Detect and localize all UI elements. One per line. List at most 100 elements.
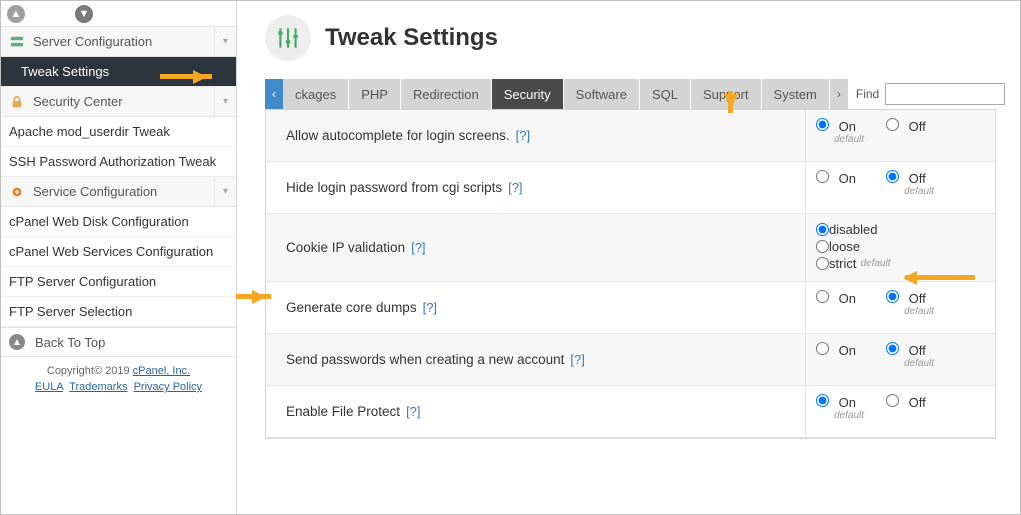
sidebar-item-label: cPanel Web Services Configuration	[9, 244, 213, 259]
tab-ckages[interactable]: ckages	[283, 79, 349, 109]
default-indicator: default	[860, 258, 890, 269]
sidebar-section-label: Service Configuration	[33, 184, 157, 199]
setting-options: On Offdefault	[805, 162, 995, 213]
help-link[interactable]: [?]	[508, 180, 522, 195]
setting-row: Cookie IP validation [?] disabled loose …	[266, 214, 995, 282]
setting-options: On Offdefault	[805, 386, 995, 437]
setting-row: Allow autocomplete for login screens. [?…	[266, 110, 995, 162]
gear-icon	[9, 184, 25, 200]
setting-label: Hide login password from cgi scripts [?]	[266, 162, 805, 213]
setting-label: Send passwords when creating a new accou…	[266, 334, 805, 385]
annotation-arrow-tweak	[160, 74, 212, 79]
option-disabled[interactable]	[816, 223, 829, 236]
option-on[interactable]	[816, 394, 829, 407]
copyright-text: Copyright© 2019	[47, 365, 133, 377]
sidebar-section[interactable]: Service Configuration ▾	[1, 177, 236, 207]
option-off[interactable]	[886, 342, 899, 355]
option-strict[interactable]	[816, 257, 829, 270]
collapse-up-icon[interactable]: ▲	[7, 5, 25, 23]
tab-security[interactable]: Security	[492, 79, 564, 109]
footer-link-privacy[interactable]: Privacy Policy	[134, 381, 202, 393]
back-to-top-label: Back To Top	[35, 335, 105, 350]
footer-link-eula[interactable]: EULA	[35, 381, 63, 393]
option-on[interactable]	[816, 290, 829, 303]
tab-bar: ‹ ckagesPHPRedirectionSecuritySoftwareSQ…	[265, 79, 1020, 109]
setting-label: Generate core dumps [?]	[266, 282, 805, 333]
server-icon	[9, 34, 25, 50]
option-off[interactable]	[886, 290, 899, 303]
default-indicator: default	[904, 306, 985, 317]
sidebar-item[interactable]: FTP Server Configuration	[1, 267, 236, 297]
help-link[interactable]: [?]	[570, 352, 584, 367]
chevron-down-icon: ▾	[214, 177, 236, 206]
sidebar-section[interactable]: Server Configuration▾	[1, 27, 236, 57]
chevron-down-icon: ▾	[214, 87, 236, 116]
tab-sql[interactable]: SQL	[640, 79, 691, 109]
annotation-arrow-down	[728, 91, 733, 113]
sidebar-section[interactable]: Security Center ▾	[1, 87, 236, 117]
help-link[interactable]: [?]	[406, 404, 420, 419]
sidebar-item[interactable]: cPanel Web Disk Configuration	[1, 207, 236, 237]
sidebar-item-label: FTP Server Configuration	[9, 274, 156, 289]
tab-php[interactable]: PHP	[349, 79, 401, 109]
option-off[interactable]	[886, 394, 899, 407]
tab-system[interactable]: System	[762, 79, 830, 109]
default-indicator: default	[904, 358, 985, 369]
tweak-icon	[265, 15, 311, 61]
sidebar-item[interactable]: cPanel Web Services Configuration	[1, 237, 236, 267]
setting-label: Allow autocomplete for login screens. [?…	[266, 110, 805, 161]
annotation-arrow-cookie	[236, 294, 271, 299]
default-indicator: default	[904, 186, 985, 197]
annotation-arrow-disabled	[905, 275, 975, 280]
sidebar-item-label: cPanel Web Disk Configuration	[9, 214, 189, 229]
sidebar-top-controls: ▲ ▼	[1, 1, 236, 27]
find-input[interactable]	[885, 83, 1005, 105]
main-content: Tweak Settings ‹ ckagesPHPRedirectionSec…	[237, 1, 1020, 514]
page-header: Tweak Settings	[237, 1, 1020, 79]
sidebar-item-label: FTP Server Selection	[9, 304, 132, 319]
help-link[interactable]: [?]	[423, 300, 437, 315]
option-loose[interactable]	[816, 240, 829, 253]
help-link[interactable]: [?]	[516, 128, 530, 143]
setting-row: Enable File Protect [?] On Offdefault	[266, 386, 995, 438]
setting-label: Enable File Protect [?]	[266, 386, 805, 437]
option-on[interactable]	[816, 118, 829, 131]
footer-link-trademarks[interactable]: Trademarks	[69, 381, 127, 393]
setting-row: Hide login password from cgi scripts [?]…	[266, 162, 995, 214]
tabs-scroll-left[interactable]: ‹	[265, 79, 283, 109]
settings-panel: Allow autocomplete for login screens. [?…	[265, 109, 996, 439]
option-on[interactable]	[816, 170, 829, 183]
option-off[interactable]	[886, 118, 899, 131]
setting-options: disabled loose strict default	[805, 214, 995, 281]
sidebar-footer: Copyright© 2019 cPanel, Inc. EULA Tradem…	[1, 357, 236, 401]
tabs-scroll-right[interactable]: ›	[830, 79, 848, 109]
sidebar-item-label: Apache mod_userdir Tweak	[9, 124, 170, 139]
default-indicator: default	[834, 410, 985, 421]
option-on[interactable]	[816, 342, 829, 355]
sidebar-item-label: SSH Password Authorization Tweak	[9, 154, 216, 169]
option-off[interactable]	[886, 170, 899, 183]
help-link[interactable]: [?]	[411, 240, 425, 255]
setting-row: Generate core dumps [?] On Offdefault	[266, 282, 995, 334]
sidebar-section-label: Server Configuration	[33, 34, 152, 49]
find-label: Find	[856, 87, 879, 101]
tab-redirection[interactable]: Redirection	[401, 79, 492, 109]
page-title: Tweak Settings	[325, 24, 498, 52]
setting-options: On Offdefault	[805, 110, 995, 161]
back-to-top[interactable]: ▲ Back To Top	[1, 327, 236, 357]
collapse-down-icon[interactable]: ▼	[75, 5, 93, 23]
sidebar-item[interactable]: Apache mod_userdir Tweak	[1, 117, 236, 147]
lock-icon	[9, 94, 25, 110]
arrow-up-icon: ▲	[9, 334, 25, 350]
setting-options: On Offdefault	[805, 334, 995, 385]
sidebar-item[interactable]: FTP Server Selection	[1, 297, 236, 327]
sidebar-item-label: Tweak Settings	[9, 64, 109, 79]
copyright-link[interactable]: cPanel, Inc.	[133, 365, 190, 377]
setting-options: On Offdefault	[805, 282, 995, 333]
setting-row: Send passwords when creating a new accou…	[266, 334, 995, 386]
sidebar-item[interactable]: SSH Password Authorization Tweak	[1, 147, 236, 177]
sidebar-section-label: Security Center	[33, 94, 123, 109]
setting-label: Cookie IP validation [?]	[266, 214, 805, 281]
tab-software[interactable]: Software	[564, 79, 640, 109]
default-indicator: default	[834, 134, 985, 145]
